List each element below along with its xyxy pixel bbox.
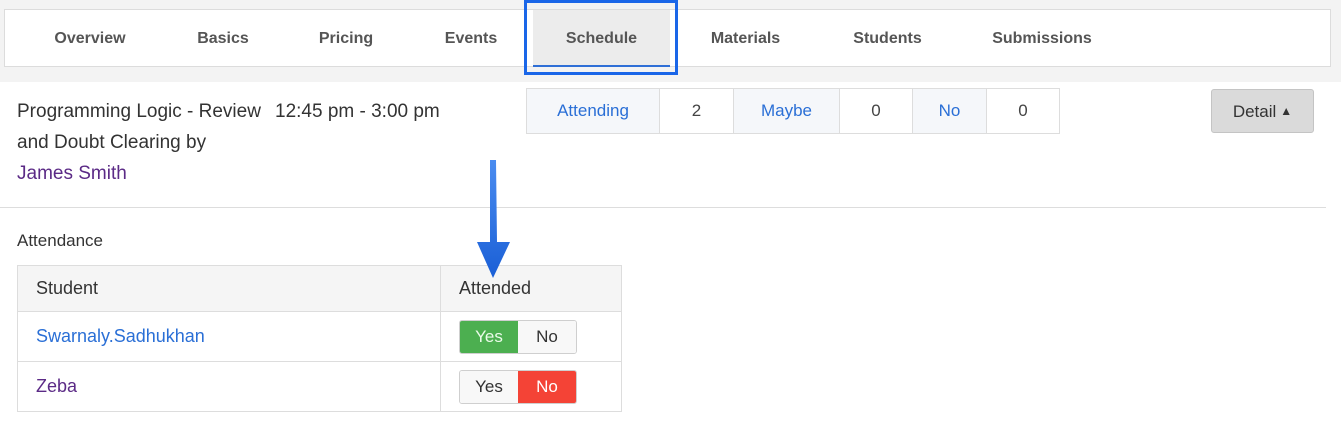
event-time: 12:45 pm - 3:00 pm bbox=[275, 101, 440, 122]
event-title: Programming Logic - Review and Doubt Cle… bbox=[17, 96, 467, 189]
student-link[interactable]: Swarnaly.Sadhukhan bbox=[36, 326, 205, 346]
attended-no-button[interactable]: No bbox=[518, 370, 576, 403]
tab-materials[interactable]: Materials bbox=[680, 10, 811, 66]
tab-pricing[interactable]: Pricing bbox=[294, 10, 398, 66]
attendance-header-row: Student Attended bbox=[17, 265, 622, 312]
active-tab-underline bbox=[533, 65, 670, 67]
rsvp-attending-label[interactable]: Attending bbox=[527, 89, 660, 133]
tab-overview[interactable]: Overview bbox=[28, 10, 152, 66]
rsvp-maybe-count: 0 bbox=[840, 89, 913, 133]
table-row: Zeba Yes No bbox=[17, 361, 622, 412]
tab-schedule-label: Schedule bbox=[565, 30, 638, 47]
down-arrow-icon bbox=[477, 160, 510, 278]
rsvp-attending-count: 2 bbox=[660, 89, 734, 133]
rsvp-no-count: 0 bbox=[987, 89, 1059, 133]
attended-toggle: Yes No bbox=[459, 319, 577, 354]
tab-students[interactable]: Students bbox=[827, 10, 948, 66]
tab-bar-background: Overview Basics Pricing Events Schedule … bbox=[0, 0, 1341, 82]
rsvp-maybe-label[interactable]: Maybe bbox=[734, 89, 840, 133]
attended-yes-button[interactable]: Yes bbox=[460, 370, 518, 403]
attended-toggle: Yes No bbox=[459, 369, 577, 404]
table-row: Swarnaly.Sadhukhan Yes No bbox=[17, 311, 622, 362]
student-link[interactable]: Zeba bbox=[36, 376, 77, 396]
event-host-link[interactable]: James Smith bbox=[17, 158, 467, 189]
column-header-student: Student bbox=[17, 265, 441, 312]
section-divider bbox=[0, 207, 1326, 208]
tab-bar: Overview Basics Pricing Events Schedule … bbox=[4, 9, 1331, 67]
event-name: Programming Logic - Review and Doubt Cle… bbox=[17, 101, 261, 153]
rsvp-no-label[interactable]: No bbox=[913, 89, 987, 133]
detail-button-label: Detail bbox=[1232, 102, 1277, 121]
tab-schedule[interactable]: Schedule bbox=[533, 10, 670, 67]
chevron-up-icon: ▲ bbox=[1280, 104, 1293, 118]
tab-events[interactable]: Events bbox=[417, 10, 525, 66]
rsvp-summary: Attending 2 Maybe 0 No 0 bbox=[526, 88, 1060, 134]
column-header-attended: Attended bbox=[440, 265, 622, 312]
attended-yes-button[interactable]: Yes bbox=[460, 320, 518, 353]
student-cell: Zeba bbox=[17, 361, 441, 412]
attended-cell: Yes No bbox=[440, 311, 622, 362]
attended-no-button[interactable]: No bbox=[518, 320, 576, 353]
attended-cell: Yes No bbox=[440, 361, 622, 412]
detail-button[interactable]: Detail ▲ bbox=[1211, 89, 1314, 133]
tab-basics[interactable]: Basics bbox=[170, 10, 276, 66]
tab-submissions[interactable]: Submissions bbox=[967, 10, 1117, 66]
attendance-heading: Attendance bbox=[17, 231, 104, 250]
attendance-table: Student Attended Swarnaly.Sadhukhan Yes … bbox=[17, 265, 622, 412]
student-cell: Swarnaly.Sadhukhan bbox=[17, 311, 441, 362]
